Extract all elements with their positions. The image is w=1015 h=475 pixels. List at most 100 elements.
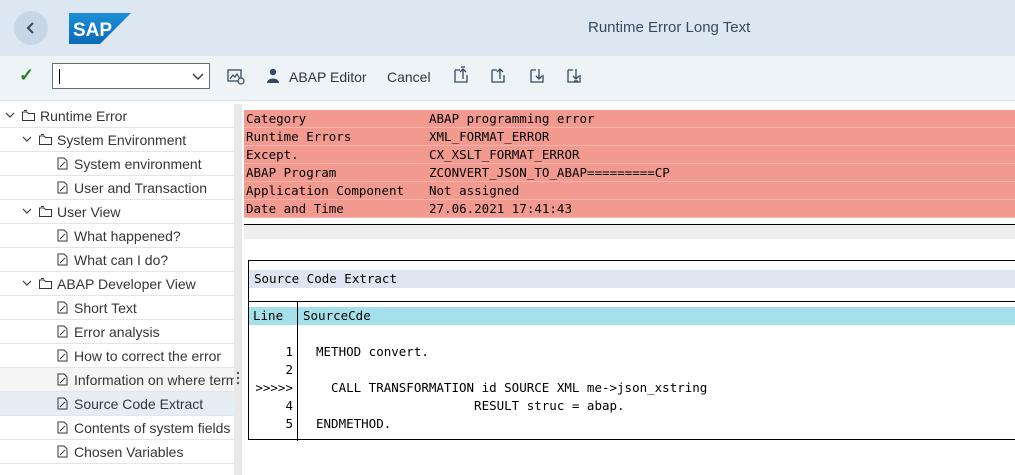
document-icon bbox=[57, 181, 68, 194]
tree-item[interactable]: User View bbox=[0, 200, 234, 224]
error-info-value: CX_XSLT_FORMAT_ERROR bbox=[429, 147, 580, 162]
command-field[interactable] bbox=[52, 63, 210, 89]
document-icon bbox=[57, 397, 68, 410]
tree-item-label: What happened? bbox=[74, 228, 181, 244]
document-icon bbox=[57, 157, 68, 170]
source-line: 4 RESULT struc = abap. bbox=[249, 397, 1015, 415]
code-text: METHOD convert. bbox=[316, 344, 429, 359]
tree-item[interactable]: System Environment bbox=[0, 128, 234, 152]
folder-icon bbox=[39, 278, 52, 289]
tree-item[interactable]: Information on where terminated bbox=[0, 368, 234, 392]
tree-item-label: Chosen Variables bbox=[74, 444, 184, 460]
error-info-row: Application Component Not assigned bbox=[244, 182, 1015, 200]
code-text: ENDMETHOD. bbox=[316, 416, 392, 431]
folder-icon bbox=[39, 206, 52, 217]
tree-item-label: System environment bbox=[74, 156, 202, 172]
tree-item[interactable]: ABAP Developer View bbox=[0, 272, 234, 296]
tree-item[interactable]: Short Text bbox=[0, 296, 234, 320]
app-window: SAP Runtime Error Long Text ✓ ABAP Edito… bbox=[0, 0, 1015, 475]
source-line: >>>>> CALL TRANSFORMATION id SOURCE XML … bbox=[249, 379, 1015, 397]
source-line: 1 METHOD convert. bbox=[249, 343, 1015, 361]
tree-item-label: Contents of system fields bbox=[74, 420, 231, 436]
navigation-tree: Runtime Error System Environment System en… bbox=[0, 104, 234, 475]
chevron-down-icon[interactable] bbox=[5, 111, 15, 119]
command-input[interactable] bbox=[53, 64, 209, 88]
shell-header: SAP Runtime Error Long Text bbox=[0, 0, 1015, 56]
line-number: >>>>> bbox=[255, 380, 293, 395]
error-info-row: Category ABAP programming error bbox=[244, 110, 1015, 128]
abap-editor-icon bbox=[267, 68, 279, 83]
tree-item[interactable]: Error analysis bbox=[0, 320, 234, 344]
code-text: RESULT struc = abap. bbox=[316, 398, 625, 413]
source-line: 5 ENDMETHOD. bbox=[249, 415, 1015, 433]
chevron-left-icon bbox=[26, 22, 34, 34]
tree-item[interactable]: Runtime Error bbox=[0, 104, 234, 128]
tree-item[interactable]: System environment bbox=[0, 152, 234, 176]
checkmark-icon[interactable]: ✓ bbox=[19, 65, 34, 86]
drag-handle-icon[interactable] bbox=[236, 370, 240, 386]
last-page-icon[interactable] bbox=[563, 65, 585, 87]
display-object-icon[interactable] bbox=[224, 65, 246, 87]
error-info-key: ABAP Program bbox=[246, 165, 337, 180]
error-info-value: ABAP programming error bbox=[429, 111, 595, 126]
error-info-value: 27.06.2021 17:41:43 bbox=[429, 201, 572, 216]
column-header-line: Line bbox=[253, 308, 284, 323]
error-info-value: Not assigned bbox=[429, 183, 520, 198]
first-page-icon[interactable] bbox=[450, 65, 472, 87]
document-icon bbox=[57, 421, 68, 434]
document-icon bbox=[57, 349, 68, 362]
tree-item-label: System Environment bbox=[57, 132, 187, 148]
tree-item-label: User and Transaction bbox=[74, 180, 208, 196]
chevron-down-icon[interactable] bbox=[22, 207, 32, 215]
error-info-key: Application Component bbox=[246, 183, 405, 198]
tree-item[interactable]: Contents of system fields bbox=[0, 416, 234, 440]
tree-item[interactable]: Chosen Variables bbox=[0, 440, 234, 464]
error-info-key: Except. bbox=[246, 147, 299, 162]
line-number: 5 bbox=[285, 416, 293, 431]
cancel-button[interactable]: Cancel bbox=[387, 69, 431, 85]
error-info-value: ZCONVERT_JSON_TO_ABAP=========CP bbox=[429, 165, 670, 180]
code-text: CALL TRANSFORMATION id SOURCE XML me->js… bbox=[316, 380, 708, 395]
chevron-down-icon[interactable] bbox=[22, 135, 32, 143]
tree-item[interactable]: Source Code Extract bbox=[0, 392, 234, 416]
source-line: 2 bbox=[249, 361, 1015, 379]
next-page-icon[interactable] bbox=[526, 65, 548, 87]
chevron-down-icon[interactable] bbox=[191, 68, 205, 84]
error-info-row: ABAP Program ZCONVERT_JSON_TO_ABAP=======… bbox=[244, 164, 1015, 182]
svg-text:SAP: SAP bbox=[73, 20, 112, 41]
error-info-row: Except. CX_XSLT_FORMAT_ERROR bbox=[244, 146, 1015, 164]
previous-page-icon[interactable] bbox=[487, 65, 509, 87]
document-icon bbox=[57, 445, 68, 458]
chevron-down-icon[interactable] bbox=[22, 279, 32, 287]
application-toolbar: ✓ ABAP Editor Cancel bbox=[0, 56, 1015, 101]
tree-item-label: Error analysis bbox=[74, 324, 160, 340]
error-info-value: XML_FORMAT_ERROR bbox=[429, 129, 550, 144]
source-code-extract: Source Code Extract Line SourceCde 1 METH… bbox=[248, 260, 1015, 441]
page-title: Runtime Error Long Text bbox=[588, 19, 751, 36]
document-icon bbox=[57, 301, 68, 314]
error-info-row: Runtime Errors XML_FORMAT_ERROR bbox=[244, 128, 1015, 146]
source-extract-title: Source Code Extract bbox=[254, 271, 397, 286]
line-number: 4 bbox=[285, 398, 293, 413]
tree-item-label: How to correct the error bbox=[74, 348, 222, 364]
tree-item[interactable]: How to correct the error bbox=[0, 344, 234, 368]
tree-item-label: Runtime Error bbox=[40, 108, 128, 124]
tree-item[interactable]: User and Transaction bbox=[0, 176, 234, 200]
tree-item[interactable]: What happened? bbox=[0, 224, 234, 248]
error-info-key: Date and Time bbox=[246, 201, 344, 216]
error-info-row: Date and Time 27.06.2021 17:41:43 bbox=[244, 200, 1015, 218]
splitter[interactable] bbox=[234, 104, 242, 475]
source-extract-title-bar: Source Code Extract bbox=[249, 270, 1015, 288]
line-number: 1 bbox=[285, 344, 293, 359]
back-button[interactable] bbox=[14, 11, 48, 45]
tree-item-label: Information on where terminated bbox=[74, 372, 234, 388]
folder-icon bbox=[22, 110, 35, 121]
tree-item[interactable]: What can I do? bbox=[0, 248, 234, 272]
table-top-border bbox=[249, 301, 1015, 302]
column-header-source: SourceCde bbox=[303, 308, 371, 323]
error-info-key: Category bbox=[246, 111, 307, 126]
line-number: 2 bbox=[285, 362, 293, 377]
sap-logo: SAP bbox=[69, 13, 131, 44]
abap-editor-button[interactable]: ABAP Editor bbox=[289, 69, 367, 85]
document-icon bbox=[57, 325, 68, 338]
